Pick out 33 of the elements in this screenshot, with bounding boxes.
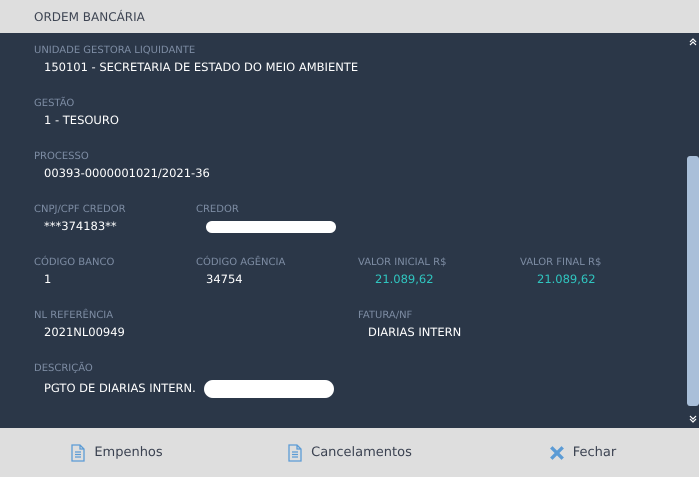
field-value: 2021NL00949 xyxy=(44,325,125,339)
field-label: CÓDIGO AGÊNCIA xyxy=(196,257,286,268)
field-label: CNPJ/CPF CREDOR xyxy=(34,204,126,215)
field-label: PROCESSO xyxy=(34,151,89,162)
close-icon xyxy=(548,444,565,462)
scroll-down-icon[interactable] xyxy=(688,414,698,424)
field-value: ***374183** xyxy=(44,219,117,233)
field-label: VALOR FINAL R$ xyxy=(520,257,602,268)
scroll-up-icon[interactable] xyxy=(688,37,698,47)
field-label: GESTÃO xyxy=(34,98,74,109)
field-value: 34754 xyxy=(206,272,243,286)
field-value: 150101 - SECRETARIA DE ESTADO DO MEIO AMBIENTE xyxy=(44,60,358,74)
field-label: VALOR INICIAL R$ xyxy=(358,257,446,268)
amount-value: 21.089,62 xyxy=(375,272,434,286)
field-label: DESCRIÇÃO xyxy=(34,363,93,374)
field-value: DIARIAS INTERN xyxy=(368,325,462,339)
field-label: UNIDADE GESTORA LIQUIDANTE xyxy=(34,45,196,56)
footer-button[interactable]: Empenhos xyxy=(64,440,169,466)
field-value: PGTO DE DIARIAS INTERN. xyxy=(44,381,196,395)
scroll-thumb[interactable] xyxy=(687,156,699,406)
field-label: CÓDIGO BANCO xyxy=(34,257,114,268)
field-value: 1 xyxy=(44,272,52,286)
field-value: 00393-0000001021/2021-36 xyxy=(44,166,210,180)
footer-button[interactable]: Fechar xyxy=(542,440,622,466)
field-label: CREDOR xyxy=(196,204,239,215)
amount-value: 21.089,62 xyxy=(537,272,596,286)
window-title: ORDEM BANCÁRIA xyxy=(34,10,145,24)
field-label: FATURA/NF xyxy=(358,310,412,321)
field-value: 1 - TESOURO xyxy=(44,113,119,127)
document-icon xyxy=(287,444,304,462)
footer-button[interactable]: Cancelamentos xyxy=(281,440,418,466)
document-icon xyxy=(70,444,86,462)
field-label: NL REFERÊNCIA xyxy=(34,310,114,321)
